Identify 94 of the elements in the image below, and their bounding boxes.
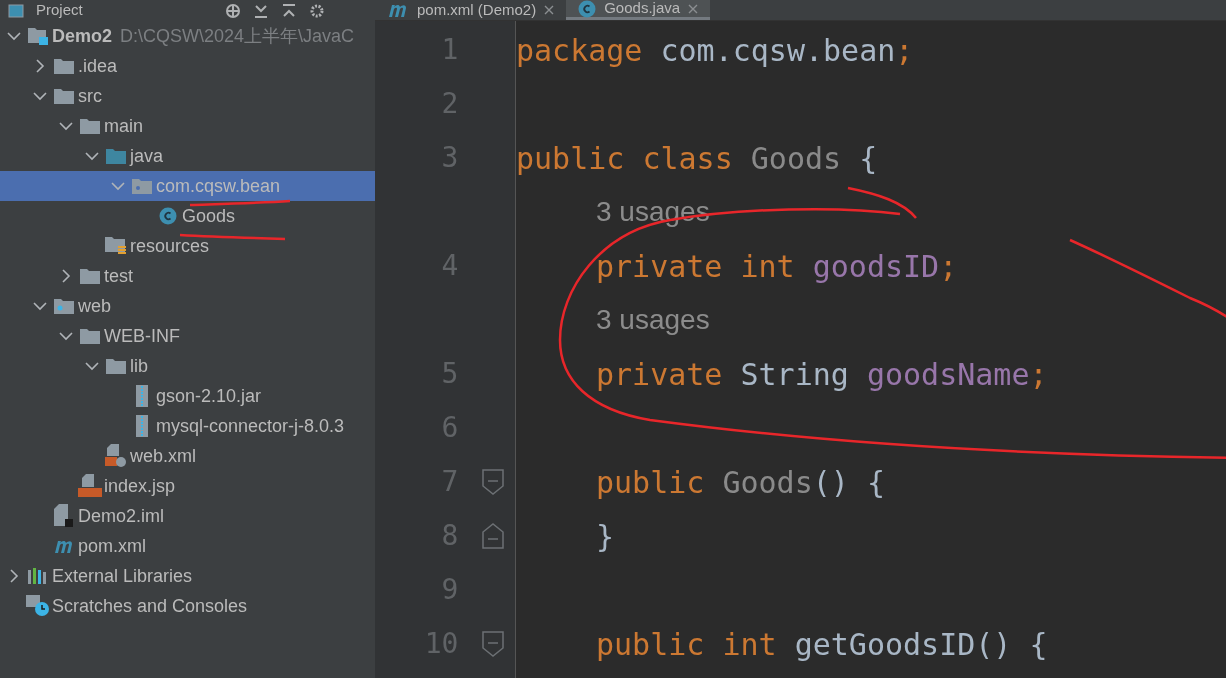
chevron-right-icon[interactable] [35,59,45,73]
code-line: public int getGoodsID() { [596,625,1048,664]
tree-label: web [78,294,112,318]
tree-item[interactable]: Scratches and Consoles [0,591,375,621]
chevron-right-icon[interactable] [61,269,71,283]
editor-tab[interactable]: Goods.java [566,0,711,20]
class-icon [578,0,597,18]
folder-icon [54,58,74,74]
tree-label: pom.xml [78,534,146,558]
package-folder-icon [132,178,152,194]
tree-item[interactable]: java [0,141,375,171]
tree-label: main [104,114,143,138]
archive-icon [136,415,148,437]
tree-item[interactable]: web [0,291,375,321]
tree-item[interactable]: main [0,111,375,141]
scratches-clock-icon [26,595,50,617]
editor-tab[interactable]: pom.xml (Demo2) [375,0,567,20]
tree-item[interactable]: index.jsp [0,471,375,501]
tree-label: index.jsp [104,474,176,498]
close-icon[interactable] [544,5,555,15]
tree-label: gson-2.10.jar [156,384,262,408]
settings-icon[interactable] [309,2,325,19]
chevron-down-icon[interactable] [85,151,99,161]
chevron-down-icon[interactable] [59,331,73,341]
project-path: D:\CQSW\2024上半年\JavaC [120,24,355,48]
tree-item[interactable]: src [0,81,375,111]
maven-m-icon [387,2,409,18]
tree-label: WEB-INF [104,324,180,348]
tree-item[interactable]: pom.xml [0,531,375,561]
jsp-file-icon [78,474,102,498]
fold-icon[interactable] [481,631,504,657]
code-line: public class Goods { [516,139,878,178]
folder-icon [80,118,100,134]
tree-item[interactable]: test [0,261,375,291]
tree-label: web.xml [130,444,196,468]
file-icon [54,504,74,528]
tree-label: com.cqsw.bean [156,174,281,198]
code-line: private int goodsID; [596,247,958,286]
tree-label: Demo2 [52,24,113,48]
tree-item[interactable]: .idea [0,51,375,81]
chevron-down-icon[interactable] [59,121,73,131]
code-line: package com.cqsw.bean; [516,31,914,70]
chevron-down-icon[interactable] [7,31,21,41]
folder-icon [106,148,126,164]
folder-icon [80,268,100,284]
tree-item[interactable]: WEB-INF [0,321,375,351]
tree-item[interactable]: resources [0,231,375,261]
chevron-down-icon[interactable] [33,301,47,311]
tree-label: lib [130,354,148,378]
tree-label: Demo2.iml [78,504,165,528]
tree-item[interactable]: gson-2.10.jar [0,381,375,411]
fold-icon[interactable] [481,469,504,495]
tree-label: Goods [182,204,236,228]
code-line: private String goodsName; [596,355,1048,394]
code-line: public Goods() { [596,463,885,502]
tree-item[interactable]: Demo2.iml [0,501,375,531]
tree-item[interactable]: web.xml [0,441,375,471]
panel-title[interactable]: Project [36,0,83,22]
tree-label: .idea [78,54,118,78]
tree-item[interactable]: Goods [0,201,375,231]
tree-item[interactable]: External Libraries [0,561,375,591]
class-icon [159,207,177,225]
expand-all-icon[interactable] [253,2,269,19]
tree-label: test [104,264,133,288]
tree-label: java [130,144,164,168]
folder-icon [106,358,126,374]
tree-label: src [78,84,102,108]
tree-item[interactable]: Demo2 D:\CQSW\2024上半年\JavaC [0,21,375,51]
panel-icon [8,3,24,18]
archive-icon [136,385,148,407]
libraries-icon [27,567,49,585]
collapse-all-icon[interactable] [281,2,297,19]
code-line: } [596,517,615,556]
tree-label: External Libraries [52,564,193,588]
maven-m-icon [53,538,75,554]
tree-label: Scratches and Consoles [52,594,248,618]
tree-item[interactable]: lib [0,351,375,381]
xml-file-icon [105,444,127,468]
tree-item[interactable]: mysql-connector-j-8.0.3 [0,411,375,441]
tree-label: resources [130,234,210,258]
locate-icon[interactable] [225,2,241,19]
resources-folder-icon [105,236,127,256]
folder-icon [80,328,100,344]
folder-icon [54,88,74,104]
fold-icon[interactable] [481,523,504,549]
chevron-down-icon[interactable] [85,361,99,371]
web-folder-icon [54,298,74,314]
chevron-down-icon[interactable] [33,91,47,101]
tree-label: mysql-connector-j-8.0.3 [156,414,345,438]
chevron-right-icon[interactable] [9,569,19,583]
usages-hint[interactable]: 3 usages [596,299,710,341]
usages-hint[interactable]: 3 usages [596,191,710,233]
module-folder-icon [27,26,49,46]
annotation-stroke [847,186,917,219]
